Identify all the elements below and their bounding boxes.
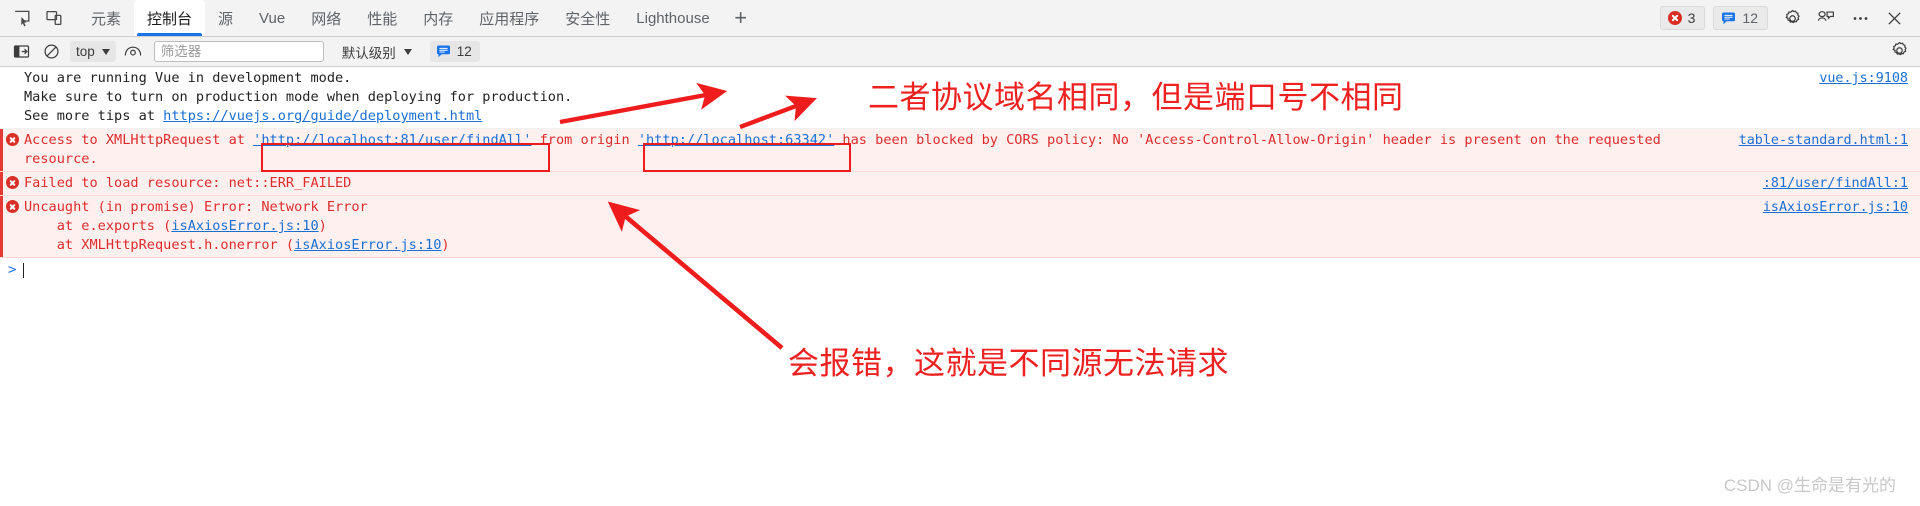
source-link-table-standard[interactable]: table-standard.html:1: [1739, 131, 1908, 150]
tab-label: Lighthouse: [636, 9, 710, 27]
console-message-text: Failed to load resource: net::ERR_FAILED: [24, 175, 352, 191]
error-count-value: 3: [1687, 10, 1696, 26]
log-level-label: 默认级别: [341, 45, 396, 61]
tab-memory[interactable]: 内存: [410, 0, 466, 36]
request-url-link[interactable]: 'http://localhost:81/user/findAll': [253, 132, 531, 148]
error-icon: [5, 133, 19, 146]
network-error-title: Uncaught (in promise) Error: Network Err…: [24, 199, 368, 215]
vue-line-2: Make sure to turn on production mode whe…: [24, 89, 573, 105]
chevron-down-icon: [101, 48, 110, 55]
tab-application[interactable]: 应用程序: [466, 0, 552, 36]
origin-url-link[interactable]: 'http://localhost:63342': [638, 132, 834, 148]
error-icon: [5, 176, 19, 189]
stack-frame: at XMLHttpRequest.h.onerror (isAxiosErro…: [24, 237, 450, 253]
stack-frame-link[interactable]: isAxiosError.js:10: [294, 237, 441, 253]
add-panel-button[interactable]: +: [723, 0, 759, 36]
devtools-window: 元素 控制台 源 Vue 网络 性能 内存 应用程序 安全性 Lighthous…: [0, 0, 1920, 506]
stack-frame-prefix: at XMLHttpRequest.h.onerror (: [24, 237, 295, 253]
log-level-selector[interactable]: 默认级别: [338, 41, 416, 62]
vue-line-1: You are running Vue in development mode.: [24, 70, 352, 86]
toolbar-message-badge[interactable]: 12: [429, 41, 480, 62]
tab-console[interactable]: 控制台: [134, 0, 206, 36]
plus-icon: +: [734, 5, 748, 30]
tab-label: 网络: [311, 10, 342, 28]
error-icon: [5, 200, 19, 213]
stack-frame-prefix: at e.exports (: [24, 218, 172, 234]
tab-network[interactable]: 网络: [298, 0, 354, 36]
tab-list: 元素 控制台 源 Vue 网络 性能 内存 应用程序 安全性 Lighthous…: [78, 0, 759, 36]
devtools-left-icons: [0, 0, 70, 36]
tab-elements[interactable]: 元素: [78, 0, 134, 36]
close-devtools-icon[interactable]: [1878, 1, 1910, 35]
live-expression-eye-icon[interactable]: [120, 41, 146, 63]
stack-frame-suffix: ): [318, 218, 327, 234]
tab-label: 安全性: [565, 10, 611, 28]
tab-security[interactable]: 安全性: [552, 0, 623, 36]
device-toolbar-icon[interactable]: [38, 1, 70, 35]
text-cursor: [23, 263, 25, 278]
tab-sources[interactable]: 源: [205, 0, 246, 36]
tab-label: 应用程序: [479, 10, 540, 28]
console-message-text: Access to XMLHttpRequest at 'http://loca…: [24, 131, 1920, 169]
execution-context-label: top: [76, 44, 95, 59]
console-filter-input[interactable]: [153, 41, 324, 62]
source-link-vue[interactable]: vue.js:9108: [1819, 69, 1908, 88]
tab-label: Vue: [259, 9, 286, 27]
toolbar-message-count: 12: [456, 44, 472, 59]
error-icon-wrapper: [0, 131, 24, 146]
speech-bubble-icon: [1722, 11, 1736, 24]
vue-deployment-link[interactable]: https://vuejs.org/guide/deployment.html: [163, 108, 482, 124]
console-message-text: You are running Vue in development mode.…: [24, 69, 1920, 126]
error-icon-wrapper: [0, 198, 24, 213]
tab-vue[interactable]: Vue: [246, 0, 298, 36]
console-row-vue-devmode[interactable]: You are running Vue in development mode.…: [0, 67, 1920, 129]
tab-performance[interactable]: 性能: [354, 0, 410, 36]
prompt-arrow-icon: >: [8, 262, 17, 278]
cors-middle: from origin: [531, 132, 638, 148]
console-prompt[interactable]: >: [0, 258, 1920, 281]
inspect-element-icon[interactable]: [6, 1, 38, 35]
stack-frame-link[interactable]: isAxiosError.js:10: [171, 218, 318, 234]
devtools-tab-bar: 元素 控制台 源 Vue 网络 性能 内存 应用程序 安全性 Lighthous…: [0, 0, 1920, 37]
cors-prefix: Access to XMLHttpRequest at: [24, 132, 254, 148]
stack-frame: at e.exports (isAxiosError.js:10): [24, 218, 327, 234]
stack-frame-suffix: ): [441, 237, 450, 253]
console-toolbar: top 默认级别 12: [0, 37, 1920, 67]
message-count-badge[interactable]: 12: [1713, 6, 1768, 30]
tab-label: 元素: [91, 10, 122, 28]
settings-gear-icon[interactable]: [1776, 1, 1808, 35]
feedback-icon[interactable]: [1810, 1, 1842, 35]
console-message-text: Uncaught (in promise) Error: Network Err…: [24, 198, 1920, 255]
show-console-sidebar-icon[interactable]: [8, 41, 34, 63]
console-settings-gear-icon[interactable]: [1890, 41, 1912, 63]
tab-label: 性能: [367, 10, 398, 28]
console-message-list: You are running Vue in development mode.…: [0, 67, 1920, 506]
row-icon-spacer: [0, 69, 24, 71]
console-row-network-error[interactable]: Uncaught (in promise) Error: Network Err…: [0, 196, 1920, 258]
source-link-isaxioserror[interactable]: isAxiosError.js:10: [1763, 198, 1908, 217]
tab-label: 内存: [423, 10, 454, 28]
message-count-value: 12: [1742, 10, 1758, 26]
console-row-cors-error[interactable]: Access to XMLHttpRequest at 'http://loca…: [0, 129, 1920, 172]
vue-line-3: See more tips at: [24, 108, 164, 124]
execution-context-selector[interactable]: top: [70, 41, 116, 62]
speech-bubble-icon: [436, 45, 450, 58]
chevron-down-icon: [403, 48, 412, 55]
console-row-failed-resource[interactable]: Failed to load resource: net::ERR_FAILED…: [0, 172, 1920, 196]
error-icon-wrapper: [0, 174, 24, 189]
clear-console-icon[interactable]: [38, 41, 64, 63]
error-count-badge[interactable]: 3: [1659, 6, 1706, 30]
source-link-findall[interactable]: :81/user/findAll:1: [1763, 174, 1908, 193]
devtools-right-controls: 3 12: [1659, 0, 1920, 36]
tab-label: 源: [218, 10, 234, 28]
tab-label: 控制台: [147, 10, 193, 28]
error-circle-icon: [1667, 11, 1682, 25]
tab-lighthouse[interactable]: Lighthouse: [623, 0, 722, 36]
more-options-icon[interactable]: [1844, 1, 1876, 35]
